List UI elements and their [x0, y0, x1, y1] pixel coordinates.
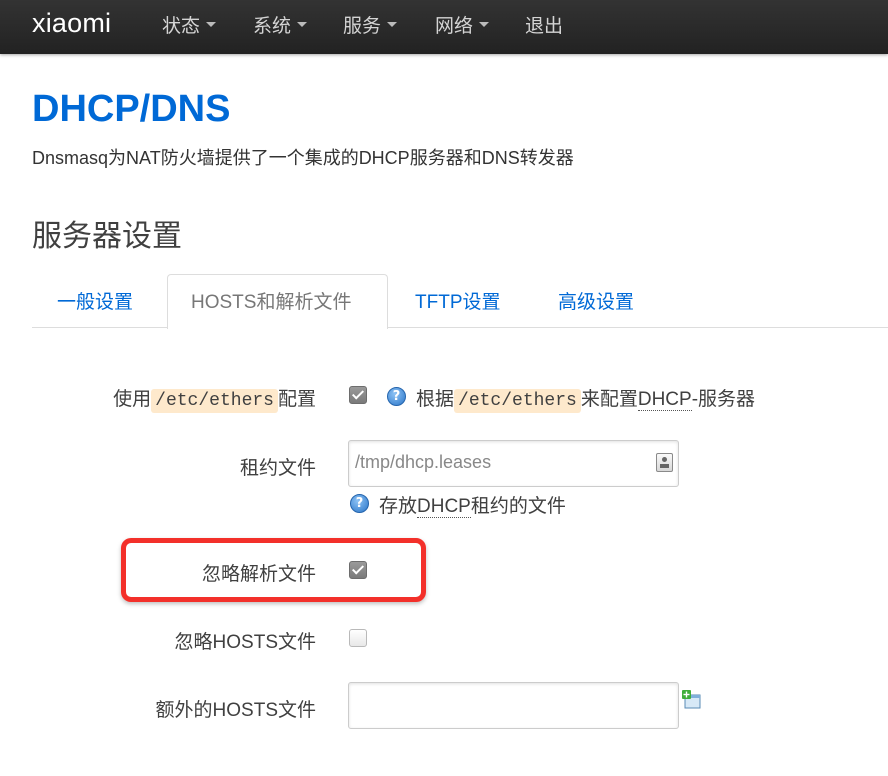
nav-item-network[interactable]: 网络 [435, 11, 490, 38]
brand-logo[interactable]: xiaomi [32, 8, 111, 39]
add-icon[interactable] [682, 690, 702, 710]
code-ethers: /etc/ethers [151, 389, 278, 413]
lease-file-placeholder: /tmp/dhcp.leases [355, 452, 492, 472]
chevron-down-icon [297, 22, 308, 28]
lease-file-label: 租约文件 [239, 458, 316, 479]
label-text: 使用 [113, 389, 152, 410]
chevron-down-icon [206, 22, 217, 28]
section-title: 服务器设置 [32, 220, 182, 253]
ignore-hosts-label: 忽略HOSTS文件 [174, 632, 316, 653]
help-text-part: 根据 [416, 389, 455, 410]
help-text-part: -服务器 [691, 389, 756, 410]
page-title: DHCP/DNS [32, 88, 231, 130]
use-ethers-label: 使用/etc/ethers 配置 [16, 384, 316, 413]
nav-item-label: 网络 [435, 16, 474, 37]
nav-item-logout[interactable]: 退出 [525, 11, 563, 38]
page-description: Dnsmasq为NAT防火墙提供了一个集成的DHCP服务器和DNS转发器 [32, 148, 574, 168]
ignore-resolv-label: 忽略解析文件 [201, 564, 316, 585]
tab-tftp[interactable]: TFTP设置 [415, 287, 501, 314]
lease-file-help: 存放DHCP租约的文件 [379, 491, 566, 518]
lease-file-input[interactable]: /tmp/dhcp.leases [348, 440, 679, 487]
ignore-resolv-checkbox[interactable] [349, 561, 367, 579]
chevron-down-icon [479, 22, 490, 28]
nav-item-label: 状态 [162, 16, 201, 37]
nav-item-label: 系统 [253, 16, 292, 37]
nav-item-system[interactable]: 系统 [253, 11, 308, 38]
help-icon: ? [387, 387, 406, 406]
label-text: 配置 [277, 389, 316, 410]
top-navbar: xiaomi 状态 系统 服务 网络 退出 [0, 0, 888, 54]
tab-general[interactable]: 一般设置 [57, 287, 133, 314]
tab-advanced[interactable]: 高级设置 [558, 287, 634, 314]
extra-hosts-label: 额外的HOSTS文件 [155, 700, 316, 721]
help-icon: ? [350, 494, 369, 513]
ignore-hosts-checkbox[interactable] [349, 629, 367, 647]
tab-hosts-resolv[interactable]: HOSTS和解析文件 [191, 287, 351, 314]
use-ethers-checkbox[interactable] [349, 386, 367, 404]
help-text-part: 来配置 [580, 389, 638, 410]
nav-item-label: 服务 [343, 16, 382, 37]
help-text-part: 租约的文件 [470, 496, 566, 517]
help-text-part: 存放 [379, 496, 418, 517]
dhcp-abbr: DHCP [417, 496, 471, 518]
nav-item-label: 退出 [525, 16, 564, 37]
dhcp-abbr: DHCP [637, 389, 692, 411]
use-ethers-help: 根据/etc/ethers 来配置DHCP-服务器 [416, 384, 756, 413]
extra-hosts-input[interactable] [348, 682, 679, 729]
code-ethers-help: /etc/ethers [454, 389, 581, 413]
nav-item-services[interactable]: 服务 [343, 11, 398, 38]
chevron-down-icon [387, 22, 398, 28]
browse-icon[interactable] [656, 453, 673, 472]
tabs-divider [32, 327, 888, 328]
nav-item-status[interactable]: 状态 [162, 11, 217, 38]
